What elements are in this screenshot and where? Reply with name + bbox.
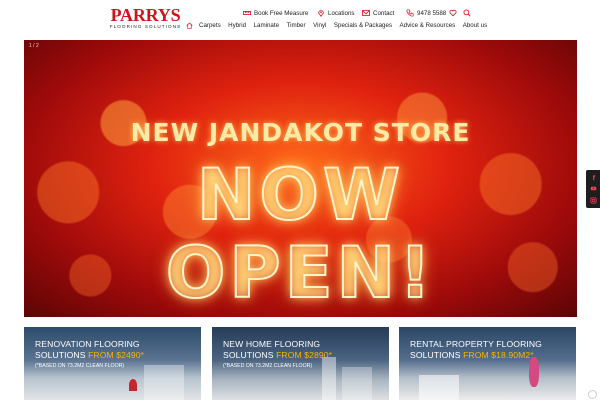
search-button[interactable] bbox=[463, 9, 471, 17]
instagram-icon[interactable] bbox=[589, 197, 597, 204]
locations-link[interactable]: Locations bbox=[317, 9, 355, 17]
card-title-solutions: SOLUTIONS bbox=[223, 350, 277, 360]
card-price: FROM $18.90M2* bbox=[463, 350, 534, 360]
hero-headline: NEW JANDAKOT STORE bbox=[130, 118, 471, 147]
card-decor-flowers bbox=[529, 357, 539, 387]
mail-icon bbox=[362, 10, 370, 16]
social-sidebar bbox=[586, 170, 600, 208]
nav-specials-packages[interactable]: Specials & Packages bbox=[334, 22, 392, 29]
slide-counter: 1 / 2 bbox=[29, 43, 39, 49]
book-free-measure-label: Book Free Measure bbox=[254, 9, 309, 17]
card-decor-shelf bbox=[144, 365, 184, 400]
measure-icon bbox=[243, 11, 251, 15]
youtube-icon[interactable] bbox=[590, 185, 597, 192]
card-title-line2: SOLUTIONS FROM $2490* bbox=[35, 350, 144, 361]
card-title-solutions: SOLUTIONS bbox=[35, 350, 89, 360]
nav-timber[interactable]: Timber bbox=[287, 22, 306, 29]
hero-now-text: NOW bbox=[196, 154, 405, 236]
search-icon bbox=[463, 9, 471, 17]
nav-vinyl[interactable]: Vinyl bbox=[313, 22, 326, 29]
contact-label: Contact bbox=[373, 9, 395, 17]
wishlist-button[interactable] bbox=[449, 9, 457, 17]
scroll-to-top-button[interactable] bbox=[588, 390, 597, 399]
card-title-line1: NEW HOME FLOORING bbox=[223, 339, 321, 349]
card-title-solutions: SOLUTIONS bbox=[410, 350, 464, 360]
card-title-line2: SOLUTIONS FROM $18.90M2* bbox=[410, 350, 542, 361]
phone-icon bbox=[406, 9, 414, 17]
hero-open-text: OPEN! bbox=[165, 232, 436, 314]
location-pin-icon bbox=[318, 10, 324, 17]
parrys-logo[interactable]: PARRYS FLOORING SOLUTIONS bbox=[108, 6, 183, 30]
card-title: RENTAL PROPERTY FLOORING SOLUTIONS FROM … bbox=[410, 339, 542, 361]
card-footnote: (*BASED ON 73.2M2 CLEAN FLOOR) bbox=[223, 363, 313, 369]
nav-hybrid[interactable]: Hybrid bbox=[228, 22, 246, 29]
card-title-line1: RENTAL PROPERTY FLOORING bbox=[410, 339, 542, 349]
card-title-line1: RENOVATION FLOORING bbox=[35, 339, 140, 349]
home-icon[interactable] bbox=[186, 22, 193, 29]
card-title: NEW HOME FLOORING SOLUTIONS FROM $2890* bbox=[223, 339, 332, 361]
site-header: PARRYS FLOORING SOLUTIONS Book Free Meas… bbox=[0, 0, 600, 40]
promo-card-rental-property[interactable]: RENTAL PROPERTY FLOORING SOLUTIONS FROM … bbox=[399, 327, 576, 400]
card-price: FROM $2890* bbox=[276, 350, 333, 360]
card-footnote: (*BASED ON 73.2M2 CLEAN FLOOR) bbox=[35, 363, 125, 369]
nav-laminate[interactable]: Laminate bbox=[254, 22, 279, 29]
promo-card-new-home[interactable]: NEW HOME FLOORING SOLUTIONS FROM $2890* … bbox=[212, 327, 389, 400]
card-title: RENOVATION FLOORING SOLUTIONS FROM $2490… bbox=[35, 339, 144, 361]
nav-about-us[interactable]: About us bbox=[463, 22, 487, 29]
card-decor-window bbox=[322, 357, 336, 400]
hero-banner[interactable]: 1 / 2 NEW JANDAKOT STORE NOW OPEN! bbox=[24, 40, 577, 317]
phone-link[interactable]: 9478 5588 bbox=[406, 9, 446, 17]
facebook-icon[interactable] bbox=[590, 174, 597, 181]
phone-number: 9478 5588 bbox=[417, 9, 447, 17]
heart-icon bbox=[449, 9, 457, 17]
logo-wordmark: PARRYS bbox=[110, 5, 181, 25]
card-title-line2: SOLUTIONS FROM $2890* bbox=[223, 350, 332, 361]
card-decor-wall bbox=[342, 367, 372, 400]
card-decor-plant bbox=[129, 379, 137, 391]
nav-advice-resources[interactable]: Advice & Resources bbox=[400, 22, 456, 29]
card-decor-fireplace bbox=[419, 375, 459, 400]
card-price: FROM $2490* bbox=[88, 350, 145, 360]
nav-carpets[interactable]: Carpets bbox=[199, 22, 221, 29]
contact-link[interactable]: Contact bbox=[362, 9, 394, 17]
locations-label: Locations bbox=[328, 9, 355, 17]
promo-card-renovation[interactable]: RENOVATION FLOORING SOLUTIONS FROM $2490… bbox=[24, 327, 201, 400]
book-free-measure-link[interactable]: Book Free Measure bbox=[243, 9, 308, 17]
logo-tagline: FLOORING SOLUTIONS bbox=[109, 24, 182, 29]
main-nav: Carpets Hybrid Laminate Timber Vinyl Spe… bbox=[186, 22, 495, 29]
